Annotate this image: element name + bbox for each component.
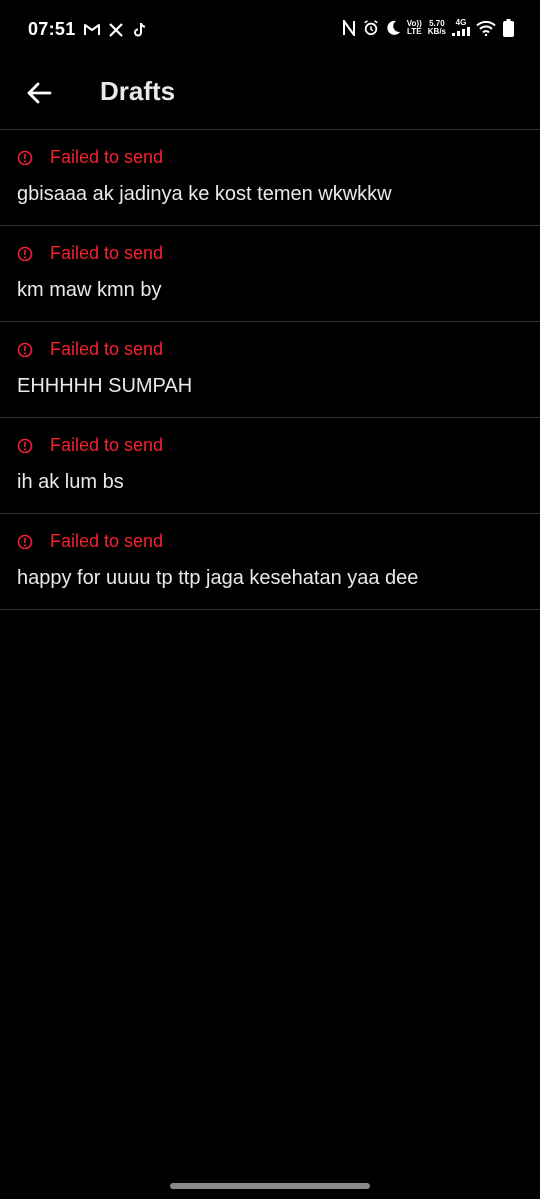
wifi-icon (476, 20, 496, 36)
status-time: 07:51 (28, 19, 76, 39)
alarm-icon (363, 19, 379, 36)
do-not-disturb-moon-icon (385, 20, 401, 36)
nfc-icon (341, 19, 357, 36)
draft-text: gbisaaa ak jadinya ke kost temen wkwkkw (17, 183, 392, 205)
draft-status-text: Failed to send (50, 243, 164, 263)
error-alert-icon (17, 246, 33, 262)
arrow-left-icon (26, 82, 52, 104)
error-alert-icon (17, 438, 33, 454)
draft-status-text: Failed to send (50, 435, 164, 455)
status-bar-left: 07:51 (28, 19, 148, 40)
draft-text: ih ak lum bs (17, 471, 124, 493)
draft-status-text: Failed to send (50, 339, 164, 359)
draft-item[interactable]: Failed to send km maw kmn by (0, 226, 540, 322)
draft-item[interactable]: Failed to send EHHHHH SUMPAH (0, 322, 540, 418)
draft-status-text: Failed to send (50, 147, 164, 167)
draft-text: EHHHHH SUMPAH (17, 375, 193, 397)
volte-indicator: Vo)) LTE (407, 19, 422, 36)
volte-bottom-label: LTE (407, 26, 422, 36)
speed-unit: KB/s (427, 26, 446, 36)
page-title: Drafts (100, 76, 176, 106)
home-indicator[interactable] (170, 1183, 370, 1189)
draft-status: Failed to send (17, 339, 163, 360)
draft-item[interactable]: Failed to send gbisaaa ak jadinya ke kos… (0, 130, 540, 226)
error-alert-icon (17, 534, 33, 550)
draft-list: Failed to send gbisaaa ak jadinya ke kos… (0, 130, 540, 610)
draft-status: Failed to send (17, 147, 163, 168)
app-header: Drafts (0, 62, 540, 128)
draft-text: km maw kmn by (17, 279, 162, 301)
back-button[interactable] (20, 74, 58, 112)
draft-item[interactable]: Failed to send ih ak lum bs (0, 418, 540, 514)
x-icon (108, 22, 124, 38)
gmail-icon (83, 22, 100, 38)
draft-item[interactable]: Failed to send happy for uuuu tp ttp jag… (0, 514, 540, 610)
draft-status: Failed to send (17, 243, 163, 264)
draft-status: Failed to send (17, 531, 163, 552)
error-alert-icon (17, 342, 33, 358)
network-type-label: 4G (455, 18, 467, 27)
signal-4g-icon: 4G (452, 19, 470, 36)
tiktok-icon (132, 22, 148, 38)
network-speed: 5.70 KB/s (427, 19, 446, 36)
draft-status: Failed to send (17, 435, 163, 456)
battery-icon (502, 18, 514, 37)
error-alert-icon (17, 150, 33, 166)
draft-text: happy for uuuu tp ttp jaga kesehatan yaa… (17, 567, 419, 589)
status-bar: 07:51 Vo)) LTE 5.70 KB/s 4G (0, 0, 540, 62)
draft-status-text: Failed to send (50, 531, 164, 551)
status-bar-right: Vo)) LTE 5.70 KB/s 4G (341, 18, 514, 37)
